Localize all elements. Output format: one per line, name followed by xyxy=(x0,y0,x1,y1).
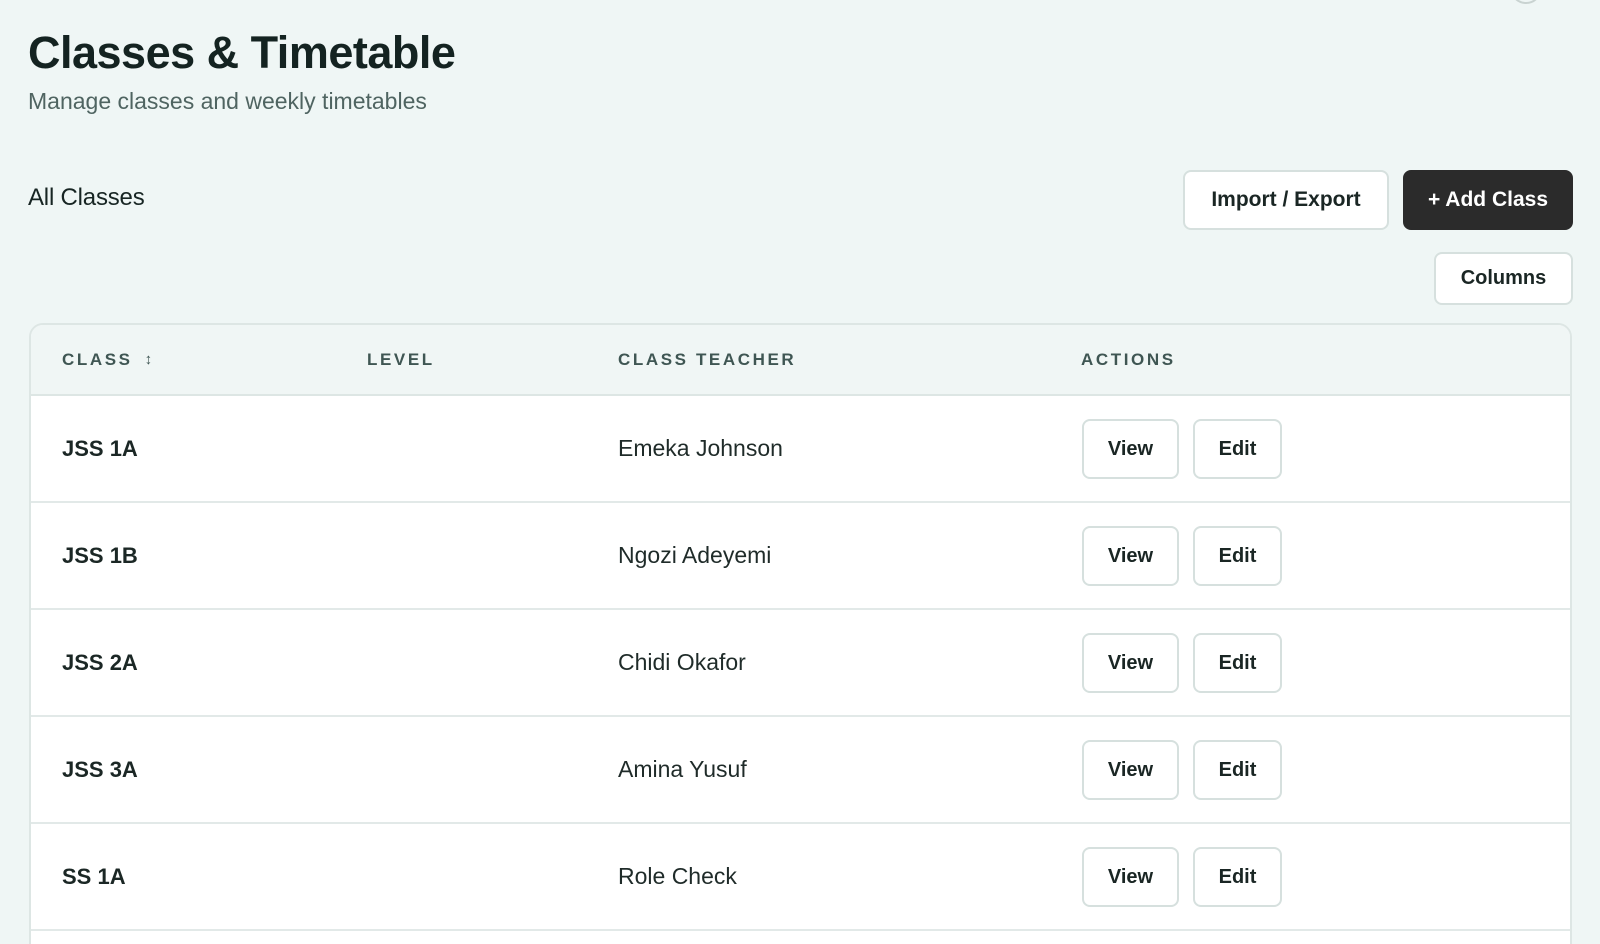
view-button[interactable]: View xyxy=(1082,633,1179,693)
table-row: JSS 3A Amina Yusuf View Edit xyxy=(31,717,1570,824)
class-teacher-cell: Amina Yusuf xyxy=(618,756,747,782)
table-body: JSS 1A Emeka Johnson View Edit JSS 1B Ng… xyxy=(31,396,1570,931)
table-row: SS 1A Role Check View Edit xyxy=(31,824,1570,931)
class-teacher-cell: Chidi Okafor xyxy=(618,649,746,675)
page-subtitle: Manage classes and weekly timetables xyxy=(28,88,427,114)
class-name-cell: SS 1A xyxy=(62,863,126,889)
view-button[interactable]: View xyxy=(1082,526,1179,586)
edit-button[interactable]: Edit xyxy=(1193,633,1282,693)
column-header-actions: ACTIONS xyxy=(1081,349,1176,369)
table-header: CLASS ↕ LEVEL CLASS TEACHER ACTIONS xyxy=(31,325,1570,396)
add-class-button[interactable]: + Add Class xyxy=(1403,170,1573,230)
table-row: JSS 2A Chidi Okafor View Edit xyxy=(31,610,1570,717)
class-teacher-cell: Ngozi Adeyemi xyxy=(618,542,772,568)
avatar[interactable] xyxy=(1510,0,1542,4)
edit-button[interactable]: Edit xyxy=(1193,526,1282,586)
section-title: All Classes xyxy=(28,184,145,211)
view-button[interactable]: View xyxy=(1082,847,1179,907)
class-name-cell: JSS 3A xyxy=(62,756,138,782)
class-name-cell: JSS 1A xyxy=(62,435,138,461)
class-teacher-cell: Role Check xyxy=(618,863,737,889)
classes-table: CLASS ↕ LEVEL CLASS TEACHER ACTIONS JSS … xyxy=(29,323,1572,944)
page-title: Classes & Timetable xyxy=(28,27,456,78)
class-teacher-cell: Emeka Johnson xyxy=(618,435,783,461)
sort-icon[interactable]: ↕ xyxy=(145,351,153,368)
table-row: JSS 1B Ngozi Adeyemi View Edit xyxy=(31,503,1570,610)
column-header-class[interactable]: CLASS ↕ xyxy=(62,325,152,394)
view-button[interactable]: View xyxy=(1082,740,1179,800)
columns-button[interactable]: Columns xyxy=(1434,252,1573,305)
class-name-cell: JSS 2A xyxy=(62,649,138,675)
column-header-level: LEVEL xyxy=(367,349,435,369)
classes-page: Classes & Timetable Manage classes and w… xyxy=(0,0,1600,944)
view-button[interactable]: View xyxy=(1082,419,1179,479)
column-header-class-label: CLASS xyxy=(62,349,133,369)
edit-button[interactable]: Edit xyxy=(1193,419,1282,479)
edit-button[interactable]: Edit xyxy=(1193,740,1282,800)
table-row: JSS 1A Emeka Johnson View Edit xyxy=(31,396,1570,503)
column-header-class-teacher: CLASS TEACHER xyxy=(618,349,797,369)
import-export-button[interactable]: Import / Export xyxy=(1183,170,1389,230)
edit-button[interactable]: Edit xyxy=(1193,847,1282,907)
class-name-cell: JSS 1B xyxy=(62,542,138,568)
